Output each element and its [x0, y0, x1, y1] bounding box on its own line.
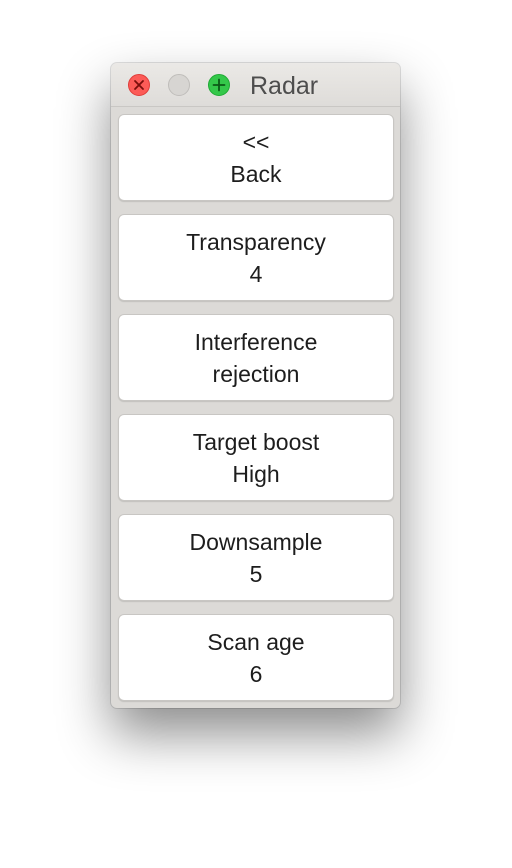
target-boost-value: High: [232, 460, 280, 487]
interference-rejection-button[interactable]: Interference rejection: [118, 314, 394, 401]
close-x-icon: [134, 80, 144, 90]
downsample-label: Downsample: [189, 528, 323, 555]
zoom-plus-icon: [212, 78, 226, 92]
scan-age-value: 6: [249, 660, 263, 687]
downsample-button[interactable]: Downsample 5: [118, 514, 394, 601]
scan-age-button[interactable]: Scan age 6: [118, 614, 394, 701]
target-boost-label: Target boost: [192, 428, 320, 455]
back-arrow-label: <<: [242, 128, 270, 155]
menu-list: << Back Transparency 4 Interference reje…: [111, 107, 400, 708]
downsample-value: 5: [249, 560, 263, 587]
scan-age-label: Scan age: [207, 628, 305, 655]
minimize-button: [168, 74, 190, 96]
interference-label-line2: rejection: [212, 360, 300, 387]
window-title: Radar: [250, 72, 319, 100]
target-boost-button[interactable]: Target boost High: [118, 414, 394, 501]
transparency-value: 4: [249, 260, 263, 287]
interference-label-line1: Interference: [194, 328, 318, 355]
back-button[interactable]: << Back: [118, 114, 394, 201]
transparency-button[interactable]: Transparency 4: [118, 214, 394, 301]
transparency-label: Transparency: [186, 228, 326, 255]
back-label: Back: [230, 160, 282, 187]
zoom-button[interactable]: [208, 74, 230, 96]
close-button[interactable]: [128, 74, 150, 96]
radar-window: Radar << Back Transparency 4 Interferenc…: [111, 63, 400, 708]
title-bar[interactable]: Radar: [111, 63, 400, 107]
